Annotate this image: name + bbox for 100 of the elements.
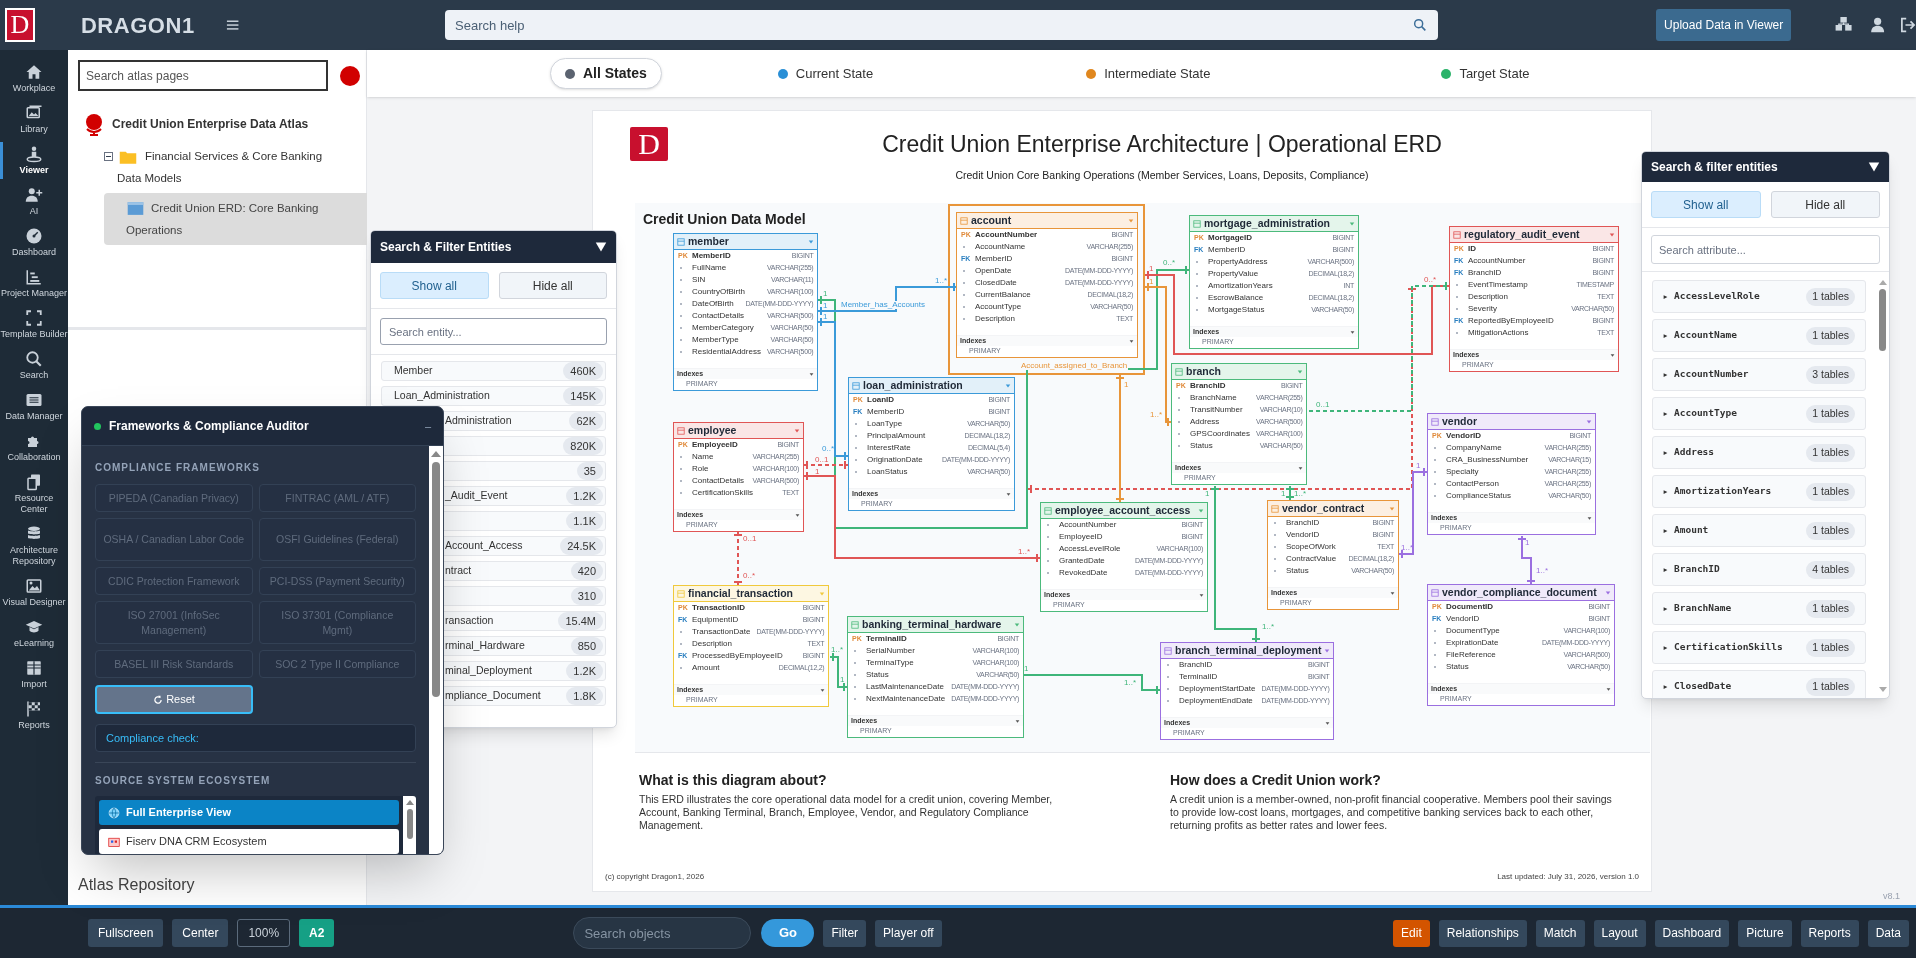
user-icon[interactable] bbox=[1869, 16, 1887, 34]
toolbar-button[interactable]: Dashboard bbox=[1654, 919, 1730, 947]
search-icon[interactable] bbox=[1412, 17, 1429, 33]
toggle-button[interactable]: Hide all bbox=[498, 272, 607, 299]
caret-icon[interactable] bbox=[820, 687, 826, 693]
entity-table[interactable] bbox=[1189, 215, 1359, 349]
scrollbar[interactable] bbox=[429, 446, 443, 854]
caret-icon[interactable] bbox=[1609, 231, 1615, 238]
expand-icon[interactable] bbox=[1663, 332, 1668, 339]
state-filter[interactable]: Target State bbox=[1437, 58, 1534, 89]
expand-icon[interactable] bbox=[1663, 566, 1668, 573]
caret-icon[interactable] bbox=[1129, 338, 1134, 344]
expand-icon[interactable] bbox=[1663, 410, 1668, 417]
caret-icon[interactable] bbox=[1390, 590, 1395, 596]
toggle-button[interactable]: Hide all bbox=[1770, 191, 1880, 218]
tree-item[interactable]: Financial Services & Core Banking Data Models bbox=[117, 145, 342, 189]
caret-icon[interactable] bbox=[809, 371, 815, 377]
attribute-row[interactable]: BranchName 1 tables bbox=[1652, 592, 1866, 625]
toolbar-button[interactable]: Filter bbox=[823, 919, 867, 947]
expand-icon[interactable] bbox=[1663, 488, 1668, 495]
attribute-row[interactable]: AccessLevelRole 1 tables bbox=[1652, 280, 1866, 313]
reset-button[interactable]: Reset bbox=[95, 685, 253, 715]
sidebar-item[interactable]: Visual Designer bbox=[0, 572, 68, 613]
entity-table[interactable] bbox=[956, 212, 1138, 358]
sidebar-item[interactable]: Library bbox=[0, 99, 68, 140]
sidebar-item[interactable]: Architecture Repository bbox=[0, 520, 68, 572]
search-field[interactable]: Search entity... bbox=[380, 318, 607, 345]
collapse-icon[interactable] bbox=[1868, 161, 1880, 173]
attribute-row[interactable]: BranchID 4 tables bbox=[1652, 553, 1866, 586]
attribute-row[interactable]: AccountName 1 tables bbox=[1652, 319, 1866, 352]
toolbar-button[interactable]: Relationships bbox=[1438, 919, 1527, 947]
ecosystem-item[interactable]: Fiserv DNA CRM Ecosystem bbox=[99, 829, 399, 854]
sidebar-item[interactable]: Resource Center bbox=[0, 468, 68, 520]
sidebar-item[interactable]: AI bbox=[0, 181, 68, 222]
caret-icon[interactable] bbox=[1015, 718, 1021, 724]
toolbar-button[interactable]: Player off bbox=[875, 919, 942, 947]
caret-icon[interactable] bbox=[1298, 465, 1304, 471]
caret-icon[interactable] bbox=[1199, 592, 1204, 598]
search-field[interactable]: Search atlas pages bbox=[78, 60, 328, 91]
toolbar-button[interactable]: Layout bbox=[1593, 919, 1646, 947]
sidebar-item[interactable]: Collaboration bbox=[0, 427, 68, 468]
scrollbar[interactable] bbox=[403, 796, 416, 854]
attribute-row[interactable]: AccountNumber 3 tables bbox=[1652, 358, 1866, 391]
caret-icon[interactable] bbox=[1325, 720, 1331, 726]
caret-icon[interactable] bbox=[1605, 589, 1611, 596]
attribute-row[interactable]: Address 1 tables bbox=[1652, 436, 1866, 469]
toolbar-button[interactable]: Edit bbox=[1393, 919, 1430, 947]
entity-table[interactable] bbox=[1449, 226, 1619, 372]
expand-icon[interactable] bbox=[1663, 371, 1668, 378]
expand-icon[interactable] bbox=[1663, 449, 1668, 456]
caret-icon[interactable] bbox=[1586, 418, 1592, 425]
caret-icon[interactable] bbox=[794, 427, 800, 434]
caret-icon[interactable] bbox=[1587, 515, 1592, 521]
toolbar-button[interactable]: Picture bbox=[1738, 919, 1792, 947]
attribute-row[interactable]: CertificationSkills 1 tables bbox=[1652, 631, 1866, 664]
upload-button[interactable]: Upload Data in Viewer bbox=[1656, 9, 1792, 41]
toolbar-button[interactable]: Fullscreen bbox=[88, 919, 164, 947]
expand-icon[interactable] bbox=[1663, 644, 1668, 651]
toolbar-button[interactable]: Data bbox=[1867, 919, 1909, 947]
search-field[interactable]: Search objects bbox=[573, 917, 752, 949]
collapse-icon[interactable] bbox=[595, 241, 607, 253]
sidebar-item[interactable]: Import bbox=[0, 654, 68, 695]
sidebar-item[interactable]: Search bbox=[0, 345, 68, 386]
sidebar-item[interactable]: Project Manager bbox=[0, 263, 68, 304]
entity-row[interactable]: Loan_Administration 145K bbox=[381, 386, 606, 406]
sidebar-item[interactable]: Template Builder bbox=[0, 304, 68, 345]
expand-icon[interactable] bbox=[1663, 683, 1668, 690]
sidebar-item[interactable]: Data Manager bbox=[0, 386, 68, 427]
expand-icon[interactable] bbox=[1663, 605, 1668, 612]
sidebar-item[interactable]: Reports bbox=[0, 695, 68, 736]
caret-icon[interactable] bbox=[808, 238, 815, 245]
toggle-button[interactable]: Show all bbox=[1651, 191, 1761, 218]
attribute-row[interactable]: ClosedDate 1 tables bbox=[1652, 670, 1866, 698]
sidebar-item[interactable]: Dashboard bbox=[0, 222, 68, 263]
tree-item[interactable]: Credit Union ERD: Core Banking Operations bbox=[104, 193, 367, 245]
attribute-row[interactable]: Amount 1 tables bbox=[1652, 514, 1866, 547]
toolbar-button[interactable]: 100% bbox=[237, 919, 291, 947]
entity-table[interactable] bbox=[848, 377, 1015, 511]
ecosystem-item[interactable]: Full Enterprise View bbox=[99, 800, 399, 826]
tree-root[interactable]: Credit Union Enterprise Data Atlas bbox=[112, 115, 309, 133]
sidebar-item[interactable]: Workplace bbox=[0, 58, 68, 99]
toggle-button[interactable]: Show all bbox=[380, 272, 489, 299]
attribute-row[interactable]: AmortizationYears 1 tables bbox=[1652, 475, 1866, 508]
caret-icon[interactable] bbox=[1606, 686, 1611, 692]
attribute-row[interactable]: AccountType 1 tables bbox=[1652, 397, 1866, 430]
caret-icon[interactable] bbox=[1324, 647, 1331, 654]
state-filter[interactable]: Current State bbox=[773, 58, 878, 89]
toolbar-button[interactable]: Center bbox=[172, 919, 229, 947]
state-filter[interactable]: All States bbox=[550, 58, 662, 89]
caret-icon[interactable] bbox=[1005, 382, 1011, 389]
entity-row[interactable]: Member 460K bbox=[381, 361, 606, 381]
status-icon[interactable] bbox=[340, 65, 360, 86]
toolbar-button[interactable]: Match bbox=[1535, 919, 1585, 947]
caret-icon[interactable] bbox=[1350, 329, 1355, 335]
caret-icon[interactable] bbox=[1006, 491, 1011, 497]
expand-icon[interactable] bbox=[1663, 293, 1668, 300]
caret-icon[interactable] bbox=[1610, 352, 1615, 358]
collapse-icon[interactable] bbox=[104, 152, 113, 162]
search-field[interactable]: Search help bbox=[445, 10, 1439, 40]
entity-table[interactable] bbox=[673, 233, 819, 391]
